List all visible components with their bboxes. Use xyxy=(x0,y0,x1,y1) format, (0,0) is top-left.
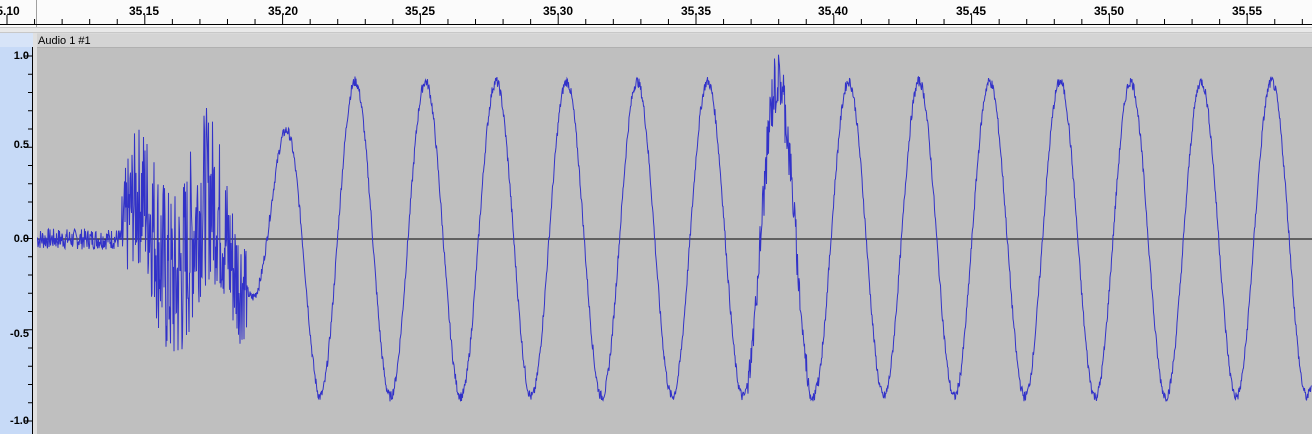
time-tick-label: 35.40 xyxy=(817,4,849,18)
time-tick-label: 35.15 xyxy=(128,4,160,18)
amplitude-label: 0.0 xyxy=(13,233,29,245)
time-tick-label: 35.25 xyxy=(404,4,436,18)
amplitude-label: -1.0 xyxy=(10,415,29,427)
time-ruler[interactable]: 5.10 35.15 35.20 35.25 35.30 35.35 35.40… xyxy=(0,0,1312,27)
time-tick-label: 35.45 xyxy=(955,4,987,18)
clip-name: Audio 1 #1 xyxy=(38,35,91,47)
time-tick-label: 35.50 xyxy=(1093,4,1125,18)
time-tick-label: 35.30 xyxy=(542,4,574,18)
waveform-path xyxy=(37,54,1312,402)
amplitude-label: 0.5 xyxy=(13,139,29,151)
time-tick-label: 35.55 xyxy=(1231,4,1263,18)
time-tick-label: 5.10 xyxy=(0,4,20,18)
ruler-baseline xyxy=(0,24,1312,25)
time-tick-label: 35.35 xyxy=(680,4,712,18)
amplitude-ruler[interactable]: 1.0 0.5 0.0 -0.5 -1.0 xyxy=(0,33,33,434)
waveform-area[interactable] xyxy=(37,48,1312,434)
amplitude-label: -0.5 xyxy=(10,328,29,340)
waveform xyxy=(37,54,1312,402)
clip-header[interactable]: Audio 1 #1 xyxy=(37,34,1312,48)
time-tick-label: 35.20 xyxy=(267,4,299,18)
timeline-strip xyxy=(0,27,1312,33)
amplitude-label: 1.0 xyxy=(13,50,29,62)
